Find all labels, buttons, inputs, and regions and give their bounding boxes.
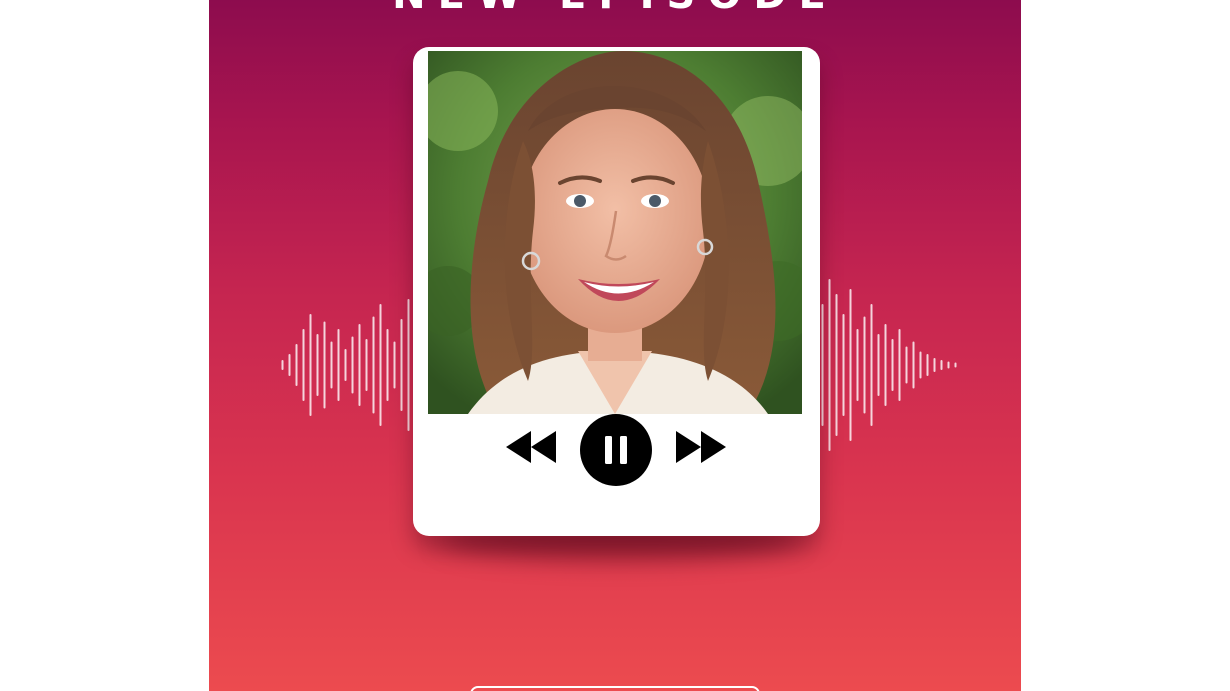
player-card <box>413 47 820 536</box>
podcast-poster: NEW EPISODE <box>209 0 1021 691</box>
rewind-icon[interactable] <box>505 429 557 465</box>
pause-icon[interactable] <box>580 414 652 486</box>
fast-forward-icon[interactable] <box>675 429 727 465</box>
bottom-button-outline[interactable] <box>470 686 760 691</box>
player-controls <box>413 414 820 486</box>
sound-wave-right <box>821 279 957 451</box>
host-photo <box>428 51 802 414</box>
sound-wave-left <box>281 299 417 431</box>
headline: NEW EPISODE <box>209 0 1021 18</box>
